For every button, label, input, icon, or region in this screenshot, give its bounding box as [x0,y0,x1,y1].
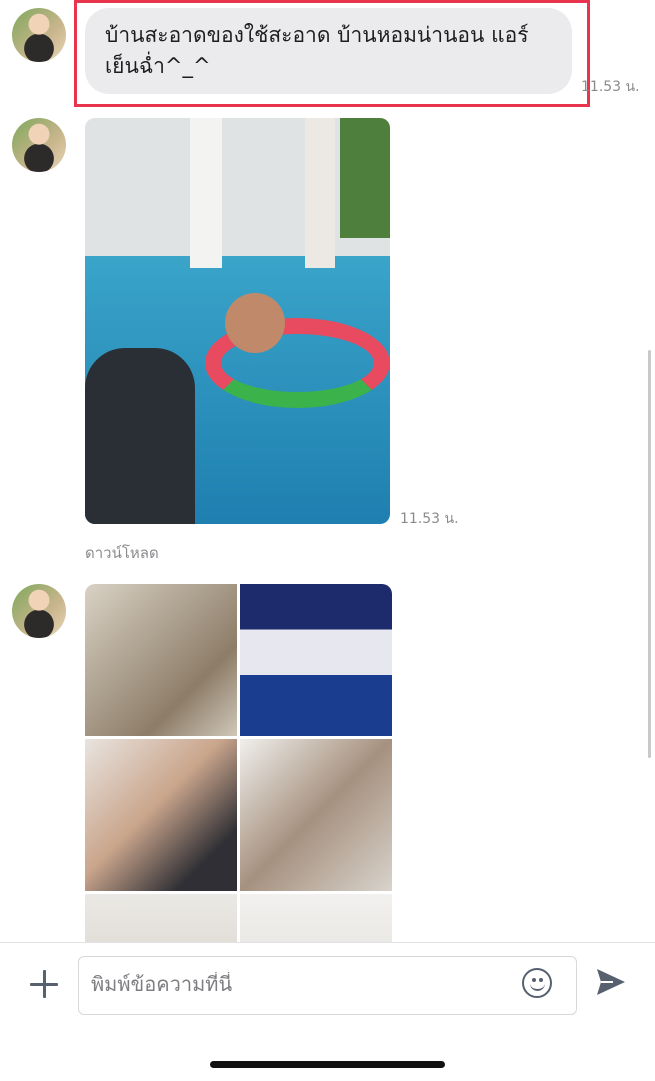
pool-photo[interactable] [85,118,390,524]
photo-detail [190,118,222,268]
photo-detail [225,293,285,353]
photo-detail [340,118,390,238]
chat-area: บ้านสะอาดของใช้สะอาด บ้านหอมน่านอน แอร์เ… [0,0,655,942]
album-photo[interactable] [85,739,237,891]
photo-album-grid[interactable] [85,584,392,942]
photo-detail [305,118,335,268]
photo-detail [85,348,195,524]
sender-avatar[interactable] [12,584,66,638]
plus-icon[interactable] [28,968,60,1000]
message-text-input[interactable] [91,972,511,996]
emoji-mouth [530,981,545,991]
sender-avatar[interactable] [12,8,66,62]
highlight-box [74,0,590,107]
message-timestamp: 11.53 น. [581,79,640,95]
album-photo[interactable] [85,894,237,942]
album-photo[interactable] [240,894,392,942]
message-input[interactable] [78,956,577,1015]
album-photo[interactable] [240,739,392,891]
home-indicator[interactable] [210,1061,445,1068]
sender-avatar[interactable] [12,118,66,172]
scrollbar[interactable] [648,350,651,758]
send-icon[interactable] [595,966,627,998]
smiley-icon[interactable] [522,968,552,998]
album-photo[interactable] [85,584,237,736]
album-photo[interactable] [240,584,392,736]
download-link[interactable]: ดาวน์โหลด [85,541,159,565]
photo-timestamp: 11.53 น. [400,511,459,527]
